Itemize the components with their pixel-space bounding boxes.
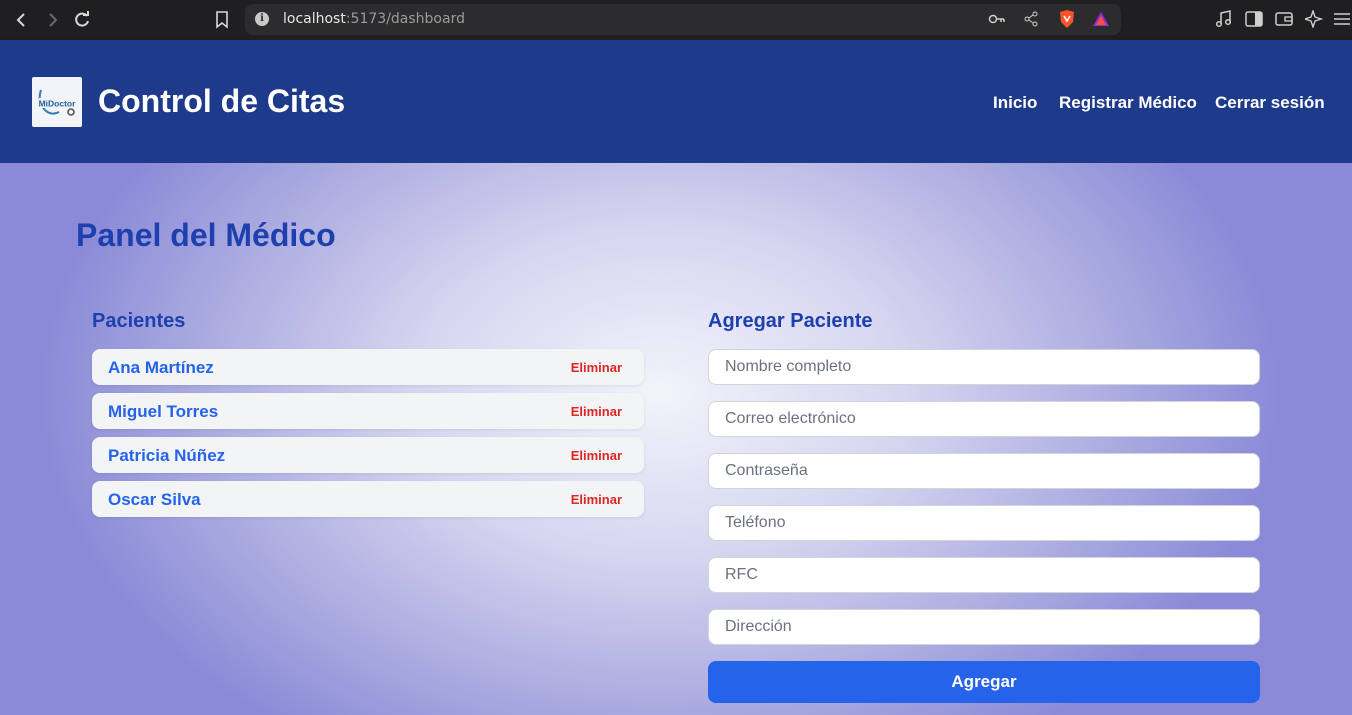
nav-link-registrar-medico[interactable]: Registrar Médico <box>1059 93 1197 113</box>
key-icon[interactable] <box>987 9 1007 29</box>
menu-icon[interactable] <box>1332 9 1352 29</box>
password-input[interactable] <box>708 453 1260 489</box>
app-header: MiDoctor Control de Citas Inicio Registr… <box>0 40 1352 163</box>
patients-section-title: Pacientes <box>92 310 186 332</box>
wallet-icon[interactable] <box>1274 9 1294 29</box>
delete-patient-button[interactable]: Eliminar <box>571 404 622 419</box>
delete-patient-button[interactable]: Eliminar <box>571 492 622 507</box>
bookmark-icon[interactable] <box>210 8 234 32</box>
logo[interactable]: MiDoctor <box>32 77 82 127</box>
nav-link-cerrar-sesion[interactable]: Cerrar sesión <box>1215 93 1325 113</box>
full-name-input[interactable] <box>708 349 1260 385</box>
browser-toolbar: i localhost:5173/dashboard <box>0 0 1352 40</box>
page-title: Panel del Médico <box>76 217 336 253</box>
address-input[interactable] <box>708 609 1260 645</box>
back-icon[interactable] <box>10 8 34 32</box>
phone-input[interactable] <box>708 505 1260 541</box>
email-input[interactable] <box>708 401 1260 437</box>
site-info-icon[interactable]: i <box>255 12 269 26</box>
url-text: localhost:5173/dashboard <box>283 11 465 27</box>
delete-patient-button[interactable]: Eliminar <box>571 448 622 463</box>
add-patient-title: Agregar Paciente <box>708 310 873 332</box>
brave-shield-icon[interactable] <box>1057 9 1077 29</box>
forward-icon[interactable] <box>40 8 64 32</box>
address-bar[interactable]: i localhost:5173/dashboard <box>245 4 1121 35</box>
dashboard-main: Panel del Médico Pacientes Ana Martínez … <box>0 163 1352 715</box>
patient-name[interactable]: Patricia Núñez <box>108 446 225 466</box>
patient-list-item: Oscar Silva Eliminar <box>92 481 644 517</box>
patient-list-item: Ana Martínez Eliminar <box>92 349 644 385</box>
rewards-icon[interactable] <box>1091 9 1111 29</box>
svg-text:MiDoctor: MiDoctor <box>39 99 77 109</box>
share-icon[interactable] <box>1021 9 1041 29</box>
reload-icon[interactable] <box>70 8 94 32</box>
delete-patient-button[interactable]: Eliminar <box>571 360 622 375</box>
add-patient-button[interactable]: Agregar <box>708 661 1260 703</box>
patient-name[interactable]: Oscar Silva <box>108 490 201 510</box>
patient-list-item: Patricia Núñez Eliminar <box>92 437 644 473</box>
patient-list-item: Miguel Torres Eliminar <box>92 393 644 429</box>
rfc-input[interactable] <box>708 557 1260 593</box>
media-icon[interactable] <box>1214 9 1234 29</box>
leo-icon[interactable] <box>1304 9 1324 29</box>
sidebar-icon[interactable] <box>1244 9 1264 29</box>
app-title: Control de Citas <box>98 83 346 119</box>
patient-name[interactable]: Ana Martínez <box>108 358 214 378</box>
nav-link-inicio[interactable]: Inicio <box>993 93 1037 113</box>
doctor-logo-icon: MiDoctor <box>39 89 77 116</box>
patient-name[interactable]: Miguel Torres <box>108 402 218 422</box>
